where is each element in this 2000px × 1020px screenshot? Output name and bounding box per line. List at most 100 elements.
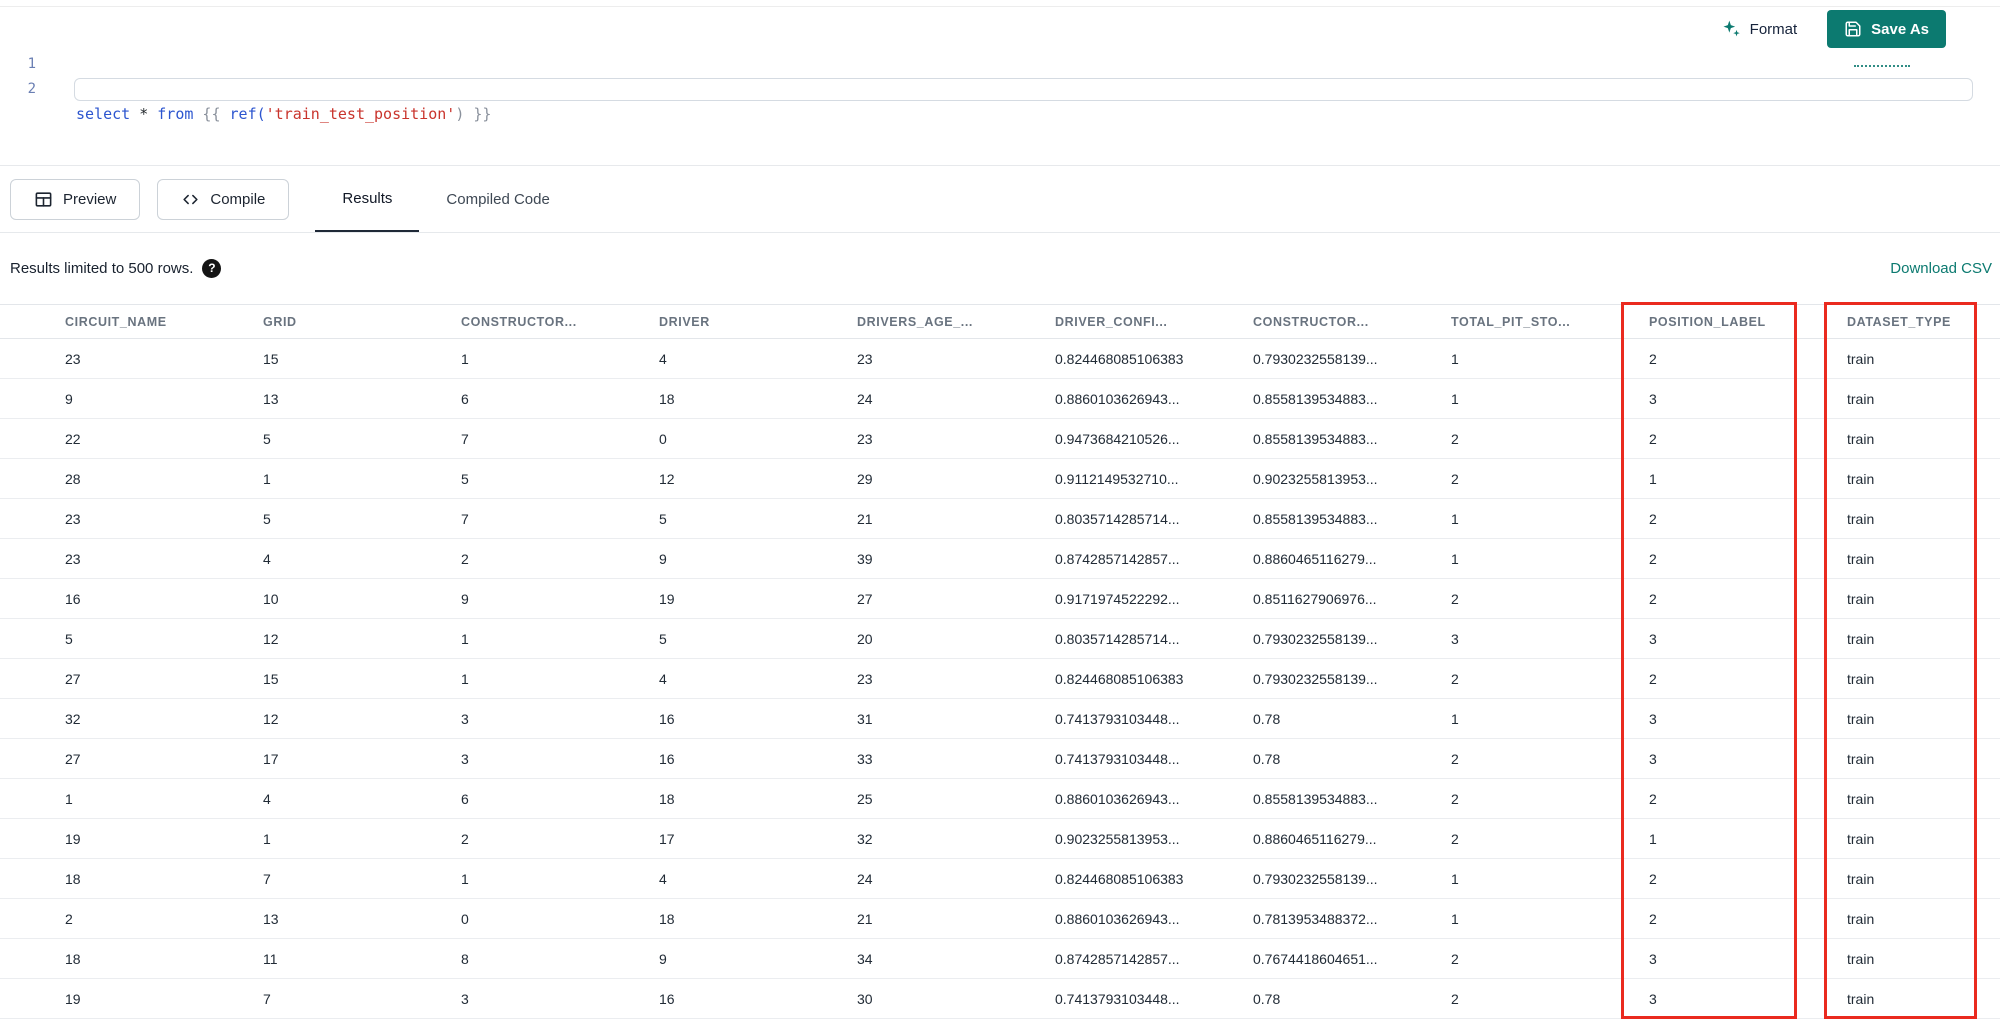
- table-row: 19 7 3 16 30 0.7413793103448... 0.78 2 3 train: [0, 978, 2000, 1019]
- table-cell: 1: [1435, 698, 1633, 739]
- table-cell: 0.8558139534883...: [1237, 778, 1435, 819]
- table-cell: 30: [841, 978, 1039, 1019]
- table-cell: 7: [247, 978, 445, 1019]
- sql-string: 'train_test_position': [265, 105, 456, 123]
- table-row: 18 7 1 4 24 0.824468085106383 0.7930232558139.…: [0, 858, 2000, 899]
- table-row: 5 12 1 5 20 0.8035714285714... 0.7930232558139…: [0, 618, 2000, 659]
- table-row: 23 4 2 9 39 0.8742857142857... 0.8860465116279…: [0, 538, 2000, 579]
- table-cell: train: [1831, 978, 2000, 1019]
- results-table-wrap: CIRCUIT_NAME GRID CONSTRUCTOR... DRIVER DRIV…: [0, 302, 2000, 1019]
- table-row: 19 1 2 17 32 0.9023255813953... 0.886046511627…: [0, 818, 2000, 859]
- code-line-1: select * from {{ ref('train_test_positio…: [76, 102, 2000, 127]
- table-cell: 1: [445, 338, 643, 379]
- table-cell: 12: [643, 458, 841, 499]
- table-cell: 2: [1633, 498, 1831, 539]
- table-cell: 0: [445, 898, 643, 939]
- table-cell: 0.8860103626943...: [1039, 378, 1237, 419]
- table-cell: 0.824468085106383: [1039, 858, 1237, 899]
- table-cell: train: [1831, 658, 2000, 699]
- format-button[interactable]: Format: [1721, 19, 1797, 39]
- table-cell: 9: [643, 938, 841, 979]
- table-cell: 0.8860103626943...: [1039, 898, 1237, 939]
- table-cell: 28: [0, 458, 247, 499]
- table-cell: 15: [247, 338, 445, 379]
- table-cell: 2: [1435, 938, 1633, 979]
- table-cell: 0.8558139534883...: [1237, 378, 1435, 419]
- table-cell: 9: [445, 578, 643, 619]
- table-grid-icon: [34, 190, 53, 209]
- table-cell: 0.7930232558139...: [1237, 658, 1435, 699]
- table-row: 2 13 0 18 21 0.8860103626943... 0.781395348837…: [0, 898, 2000, 939]
- table-cell: 0.7413793103448...: [1039, 978, 1237, 1019]
- column-header: DRIVER_CONFI...: [1039, 304, 1237, 339]
- save-as-button[interactable]: Save As: [1827, 10, 1946, 48]
- code-area[interactable]: select * from {{ ref('train_test_positio…: [44, 52, 2000, 165]
- table-cell: 33: [841, 738, 1039, 779]
- table-cell: 0.9473684210526...: [1039, 418, 1237, 459]
- table-cell: 0: [643, 418, 841, 459]
- save-icon: [1844, 20, 1862, 38]
- line-number: 2: [27, 81, 36, 97]
- table-cell: 5: [0, 618, 247, 659]
- table-cell: 3: [1435, 618, 1633, 659]
- sql-ide-results-view: Format Save As 1 2 select * from {{ ref(…: [0, 0, 2000, 1020]
- table-cell: 2: [1435, 658, 1633, 699]
- table-cell: 0.8860103626943...: [1039, 778, 1237, 819]
- sql-editor[interactable]: 1 2 select * from {{ ref('train_test_pos…: [0, 50, 2000, 166]
- table-cell: 1: [1435, 338, 1633, 379]
- column-header: DRIVER: [643, 304, 841, 339]
- line-number: 1: [27, 56, 36, 72]
- help-icon[interactable]: ?: [202, 259, 222, 278]
- table-row: 23 5 7 5 21 0.8035714285714... 0.8558139534883…: [0, 498, 2000, 539]
- table-row: 9 13 6 18 24 0.8860103626943... 0.855813953488…: [0, 378, 2000, 419]
- column-header: DRIVERS_AGE_...: [841, 304, 1039, 339]
- table-cell: train: [1831, 378, 2000, 419]
- download-csv-link[interactable]: Download CSV: [1890, 260, 1992, 277]
- table-cell: 1: [0, 778, 247, 819]
- table-cell: 18: [643, 778, 841, 819]
- table-cell: 3: [1633, 698, 1831, 739]
- table-header-row: CIRCUIT_NAME GRID CONSTRUCTOR... DRIVER DRIV…: [0, 304, 2000, 339]
- column-header: CONSTRUCTOR...: [1237, 304, 1435, 339]
- table-cell: 29: [841, 458, 1039, 499]
- table-row: 18 11 8 9 34 0.8742857142857... 0.767441860465…: [0, 938, 2000, 979]
- editor-active-line-box: [74, 78, 1973, 101]
- table-cell: 0.7930232558139...: [1237, 338, 1435, 379]
- table-cell: 21: [841, 898, 1039, 939]
- table-cell: 0.8742857142857...: [1039, 538, 1237, 579]
- table-cell: 1: [1435, 898, 1633, 939]
- table-cell: 0.9023255813953...: [1237, 458, 1435, 499]
- table-cell: 4: [247, 778, 445, 819]
- table-cell: 1: [1633, 458, 1831, 499]
- table-cell: 5: [445, 458, 643, 499]
- table-row: 23 15 1 4 23 0.824468085106383 0.7930232558139…: [0, 338, 2000, 379]
- table-cell: 22: [0, 418, 247, 459]
- table-cell: 2: [1633, 538, 1831, 579]
- table-cell: 23: [841, 338, 1039, 379]
- table-row: 27 15 1 4 23 0.824468085106383 0.7930232558139…: [0, 658, 2000, 699]
- table-cell: 2: [445, 818, 643, 859]
- table-cell: 1: [247, 818, 445, 859]
- table-cell: 0.78: [1237, 738, 1435, 779]
- table-cell: 27: [0, 658, 247, 699]
- table-cell: 2: [1435, 818, 1633, 859]
- table-cell: 1: [445, 658, 643, 699]
- table-cell: 3: [1633, 738, 1831, 779]
- line-number-gutter: 1 2: [0, 52, 44, 165]
- table-cell: 12: [247, 698, 445, 739]
- table-cell: 16: [643, 978, 841, 1019]
- table-cell: 3: [1633, 618, 1831, 659]
- table-cell: 1: [445, 618, 643, 659]
- table-cell: 16: [643, 738, 841, 779]
- table-cell: train: [1831, 938, 2000, 979]
- table-cell: 2: [445, 538, 643, 579]
- sql-operator: *: [130, 105, 158, 123]
- table-cell: train: [1831, 338, 2000, 379]
- table-cell: 2: [1435, 738, 1633, 779]
- table-cell: 1: [247, 458, 445, 499]
- table-cell: 4: [643, 338, 841, 379]
- table-cell: 39: [841, 538, 1039, 579]
- table-cell: 21: [841, 498, 1039, 539]
- column-header: CIRCUIT_NAME: [0, 304, 247, 339]
- table-cell: 23: [0, 538, 247, 579]
